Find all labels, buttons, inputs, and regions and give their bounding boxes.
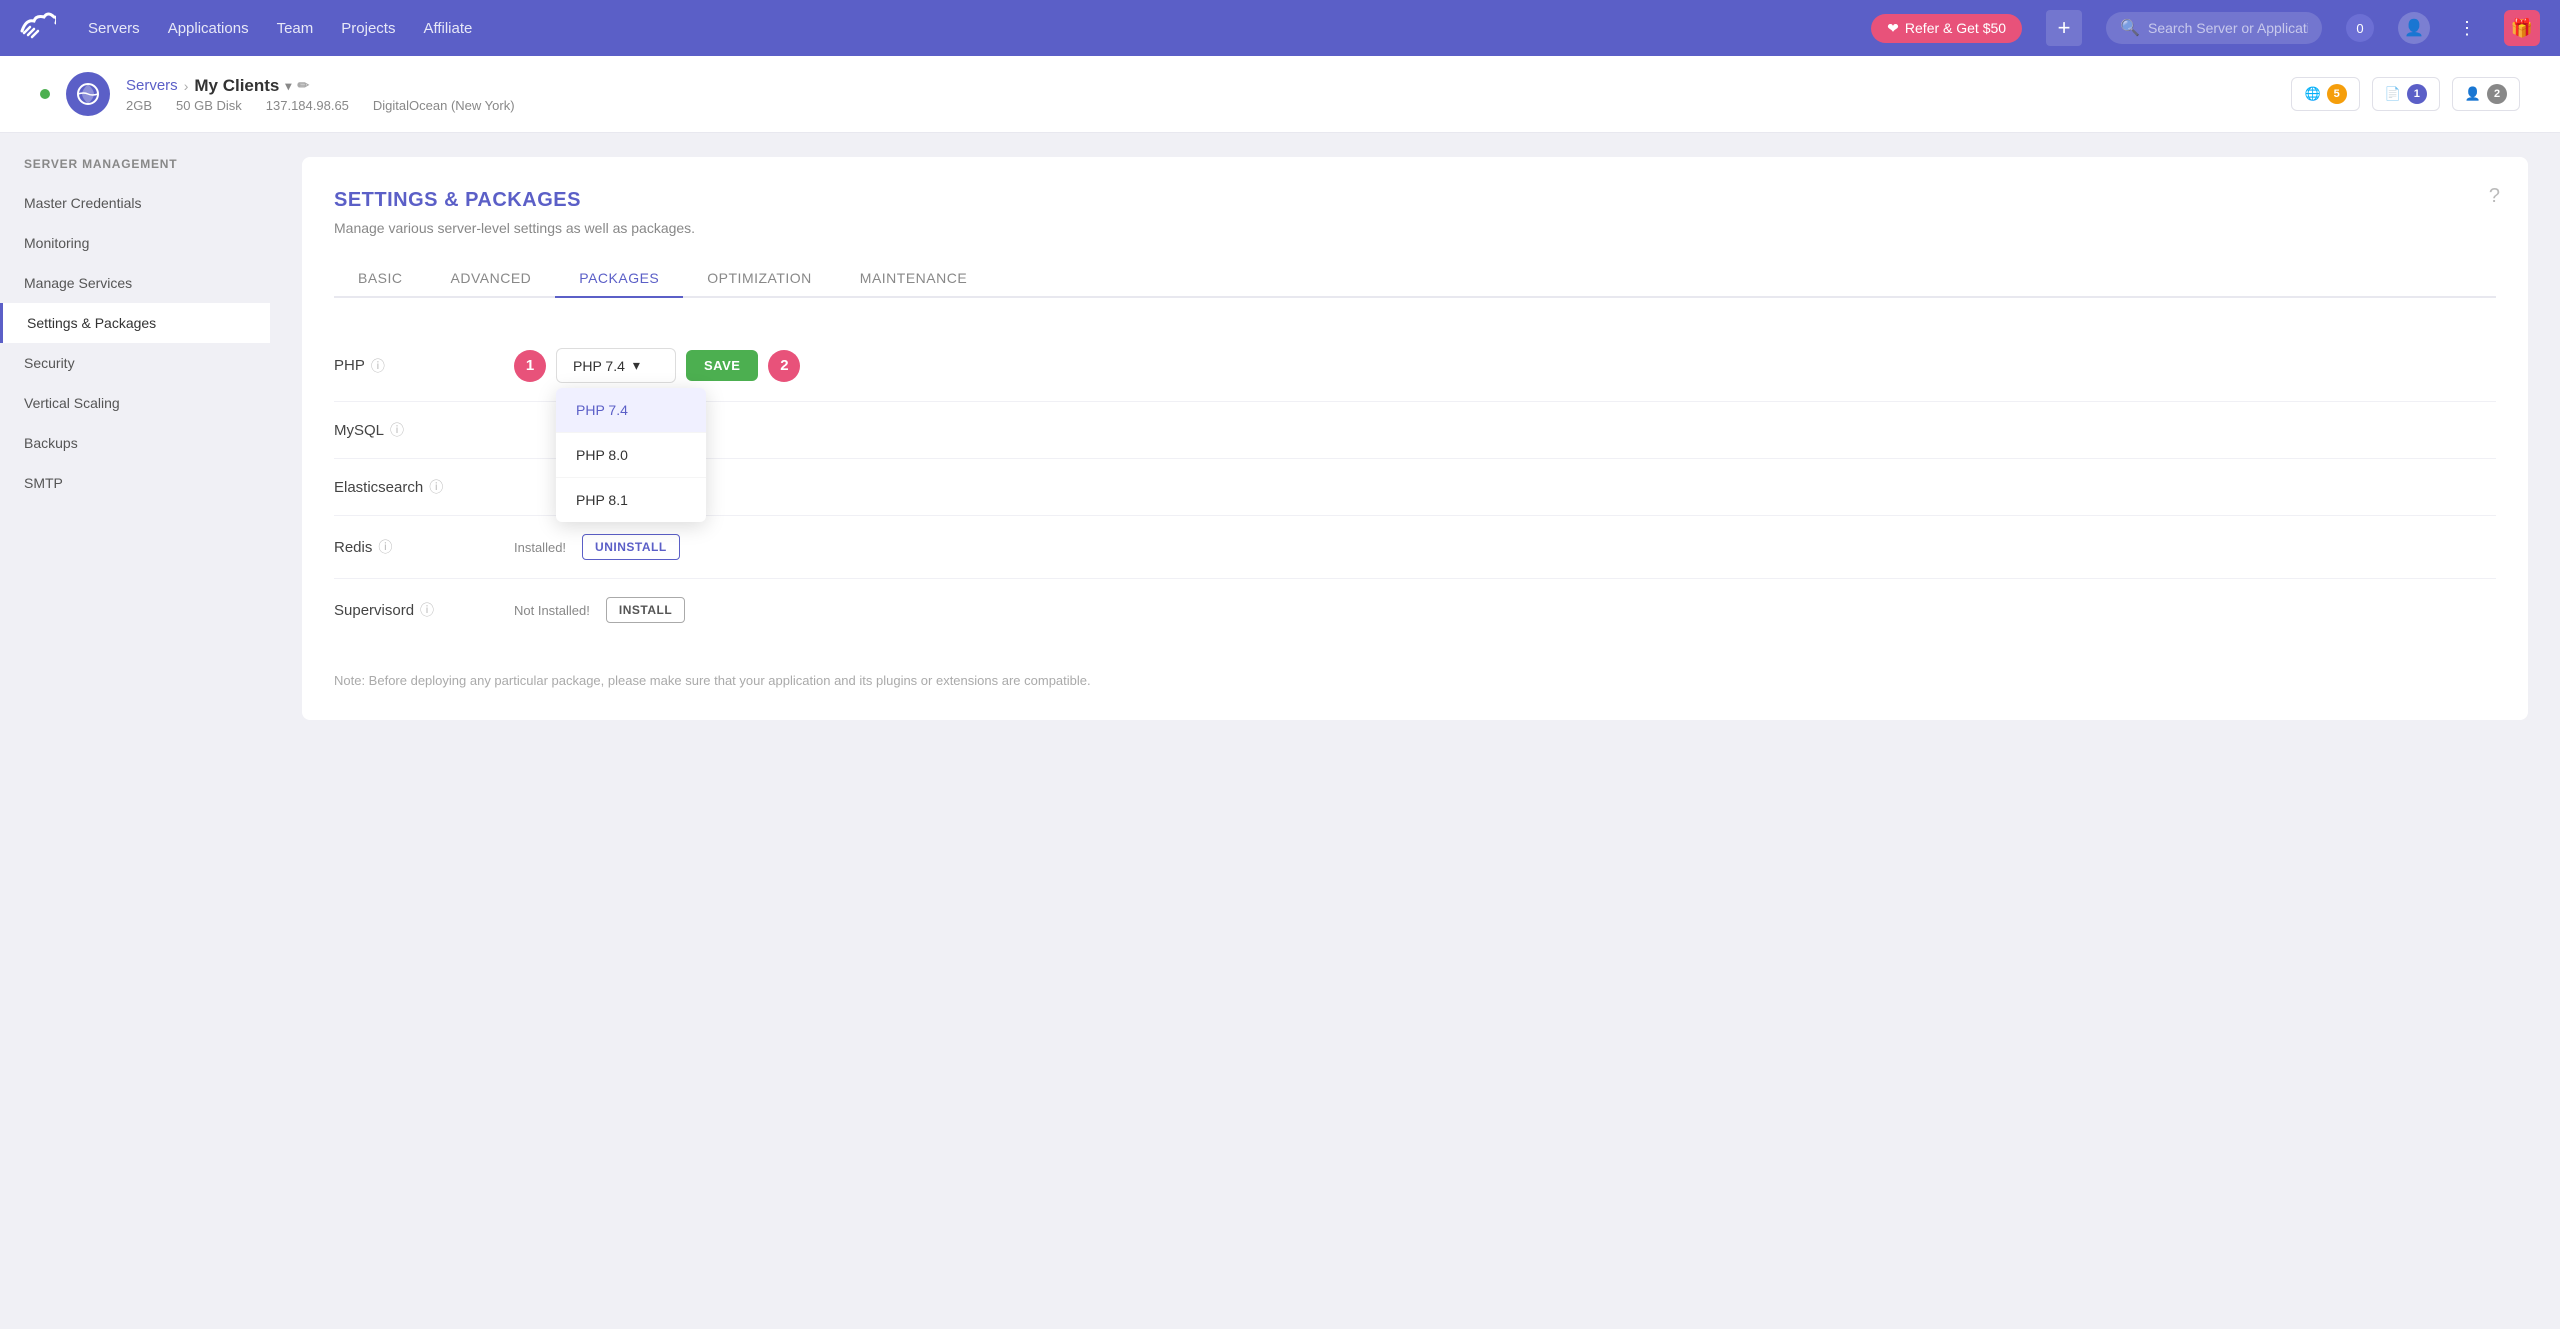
redis-info-icon[interactable]: ⓘ: [378, 537, 392, 557]
note-text: Note: Before deploying any particular pa…: [334, 657, 2496, 688]
redis-installed-tag: Installed!: [514, 540, 566, 555]
stat-files[interactable]: 📄 1: [2372, 77, 2440, 111]
mysql-label: MySQL ⓘ: [334, 420, 494, 440]
sidebar-item-backups[interactable]: Backups: [0, 423, 270, 463]
php-dropdown-button[interactable]: PHP 7.4 ▾: [556, 348, 676, 383]
chevron-down-icon: ▾: [633, 357, 640, 374]
nav-affiliate[interactable]: Affiliate: [423, 20, 472, 37]
stat-sites[interactable]: 🌐 5: [2291, 77, 2359, 111]
sidebar-item-smtp[interactable]: SMTP: [0, 463, 270, 503]
more-options-icon[interactable]: ⋮: [2454, 18, 2480, 39]
php-option-80[interactable]: PHP 8.0: [556, 433, 706, 478]
server-meta: 2GB 50 GB Disk 137.184.98.65 DigitalOcea…: [126, 98, 515, 113]
search-icon: 🔍: [2120, 18, 2140, 38]
server-icon: [66, 72, 110, 116]
logo: [20, 11, 56, 45]
servers-link[interactable]: Servers: [126, 77, 178, 94]
server-ram: 2GB: [126, 98, 152, 113]
sidebar-item-settings-packages[interactable]: Settings & Packages: [0, 303, 270, 343]
search-input[interactable]: [2148, 20, 2308, 36]
nav-projects[interactable]: Projects: [341, 20, 395, 37]
main-layout: Server Management Master Credentials Mon…: [0, 133, 2560, 1329]
search-bar: 🔍: [2106, 12, 2322, 44]
redis-label: Redis ⓘ: [334, 537, 494, 557]
notification-badge[interactable]: 0: [2346, 14, 2374, 42]
tab-advanced[interactable]: ADVANCED: [427, 260, 556, 298]
mysql-info-icon[interactable]: ⓘ: [390, 420, 404, 440]
top-navigation: Servers Applications Team Projects Affil…: [0, 0, 2560, 56]
server-edit-icon[interactable]: ✏: [297, 77, 309, 94]
refer-label: Refer & Get $50: [1905, 20, 2006, 36]
page-title: SETTINGS & PACKAGES: [334, 189, 2496, 212]
server-header: Servers › My Clients ▾ ✏ 2GB 50 GB Disk …: [0, 56, 2560, 133]
plus-button[interactable]: +: [2046, 10, 2082, 46]
refer-button[interactable]: ❤ Refer & Get $50: [1871, 14, 2022, 43]
elasticsearch-info-icon[interactable]: ⓘ: [429, 477, 443, 497]
redis-content: Installed! UNINSTALL: [514, 534, 2496, 560]
supervisord-row: Supervisord ⓘ Not Installed! INSTALL: [334, 579, 2496, 641]
php-option-81[interactable]: PHP 8.1: [556, 478, 706, 522]
files-count: 1: [2407, 84, 2427, 104]
redis-row: Redis ⓘ Installed! UNINSTALL: [334, 516, 2496, 579]
sites-count: 5: [2327, 84, 2347, 104]
heart-icon: ❤: [1887, 20, 1899, 37]
step-1-badge: 1: [514, 350, 546, 382]
sidebar-item-manage-services[interactable]: Manage Services: [0, 263, 270, 303]
sidebar-item-vertical-scaling[interactable]: Vertical Scaling: [0, 383, 270, 423]
server-name: My Clients ▾ ✏: [194, 76, 309, 96]
stat-users[interactable]: 👤 2: [2452, 77, 2520, 111]
sidebar-item-master-credentials[interactable]: Master Credentials: [0, 183, 270, 223]
users-icon: 👤: [2465, 86, 2481, 102]
tabs: BASIC ADVANCED PACKAGES OPTIMIZATION MAI…: [334, 260, 2496, 298]
save-button[interactable]: SAVE: [686, 350, 758, 381]
help-icon[interactable]: ?: [2489, 185, 2500, 208]
supervisord-not-installed-tag: Not Installed!: [514, 603, 590, 618]
tab-maintenance[interactable]: MAINTENANCE: [836, 260, 991, 298]
php-option-74[interactable]: PHP 7.4: [556, 388, 706, 433]
gift-icon[interactable]: 🎁: [2504, 10, 2540, 46]
elasticsearch-label: Elasticsearch ⓘ: [334, 477, 494, 497]
php-row: PHP ⓘ 1 PHP 7.4 ▾: [334, 330, 2496, 402]
server-status-dot: [40, 89, 50, 99]
php-selected-value: PHP 7.4: [573, 358, 625, 374]
breadcrumb: Servers › My Clients ▾ ✏: [126, 76, 515, 96]
step-2-badge: 2: [768, 350, 800, 382]
sidebar-section-title: Server Management: [0, 157, 270, 183]
content-card: ? SETTINGS & PACKAGES Manage various ser…: [302, 157, 2528, 720]
page-subtitle: Manage various server-level settings as …: [334, 220, 2496, 236]
php-wrapper: 1 PHP 7.4 ▾ PHP 7.4 PHP 8.0 PHP 8.: [514, 348, 800, 383]
server-dropdown-icon[interactable]: ▾: [285, 79, 291, 93]
sidebar-item-security[interactable]: Security: [0, 343, 270, 383]
server-ip: 137.184.98.65: [266, 98, 349, 113]
files-icon: 📄: [2385, 86, 2401, 102]
sidebar: Server Management Master Credentials Mon…: [0, 133, 270, 1329]
nav-team[interactable]: Team: [277, 20, 314, 37]
content-area: ? SETTINGS & PACKAGES Manage various ser…: [270, 133, 2560, 1329]
php-dropdown-wrapper: PHP 7.4 ▾ PHP 7.4 PHP 8.0 PHP 8.1: [556, 348, 676, 383]
tab-optimization[interactable]: OPTIMIZATION: [683, 260, 836, 298]
sites-icon: 🌐: [2304, 86, 2320, 102]
breadcrumb-arrow: ›: [184, 78, 189, 94]
supervisord-content: Not Installed! INSTALL: [514, 597, 2496, 623]
avatar[interactable]: 👤: [2398, 12, 2430, 44]
php-label: PHP ⓘ: [334, 356, 494, 376]
php-dropdown-menu: PHP 7.4 PHP 8.0 PHP 8.1: [556, 388, 706, 522]
php-info-icon[interactable]: ⓘ: [371, 356, 385, 376]
users-count: 2: [2487, 84, 2507, 104]
redis-uninstall-button[interactable]: UNINSTALL: [582, 534, 680, 560]
plus-icon: +: [2058, 15, 2071, 41]
sidebar-item-monitoring[interactable]: Monitoring: [0, 223, 270, 263]
tab-packages[interactable]: PACKAGES: [555, 260, 683, 298]
php-content: 1 PHP 7.4 ▾ PHP 7.4 PHP 8.0 PHP 8.: [514, 348, 2496, 383]
nav-servers[interactable]: Servers: [88, 20, 140, 37]
supervisord-info-icon[interactable]: ⓘ: [420, 600, 434, 620]
nav-links: Servers Applications Team Projects Affil…: [88, 20, 472, 37]
tab-basic[interactable]: BASIC: [334, 260, 427, 298]
supervisord-label: Supervisord ⓘ: [334, 600, 494, 620]
server-disk: 50 GB Disk: [176, 98, 242, 113]
server-stats: 🌐 5 📄 1 👤 2: [2291, 77, 2520, 111]
supervisord-install-button[interactable]: INSTALL: [606, 597, 685, 623]
nav-applications[interactable]: Applications: [168, 20, 249, 37]
server-provider: DigitalOcean (New York): [373, 98, 515, 113]
